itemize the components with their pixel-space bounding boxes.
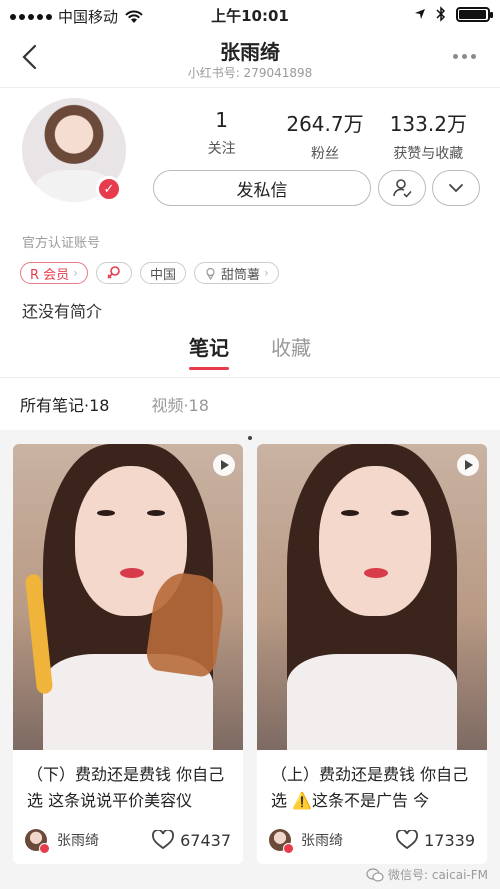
- note-footer: 张雨绮 17339: [269, 828, 475, 854]
- note-title[interactable]: （下）费劲还是费钱 你自己选 这条说说平价美容仪: [27, 762, 233, 814]
- profile-id: 小红书号: 279041898: [187, 66, 313, 80]
- gender-tag: [95, 262, 132, 284]
- heart-icon: [396, 830, 419, 850]
- nav-bar: 张雨绮 小红书号: 279041898: [0, 30, 500, 88]
- tag-label: 甜筒薯: [221, 267, 261, 283]
- bluetooth-icon: [436, 6, 446, 22]
- cone-icon: [206, 267, 215, 280]
- location-tag: 中国: [139, 262, 186, 284]
- like-button[interactable]: 17339: [396, 830, 475, 850]
- profile-intro: 还没有简介: [22, 302, 103, 321]
- chevron-down-icon: [449, 184, 463, 193]
- like-count: 17339: [424, 830, 475, 850]
- like-count: 67437: [180, 830, 231, 850]
- stat-following[interactable]: 1 关注: [170, 108, 273, 163]
- author-avatar[interactable]: [269, 829, 294, 854]
- battery-fill: [459, 9, 486, 19]
- note-footer: 张雨绮 67437: [25, 828, 231, 854]
- note-thumbnail[interactable]: [13, 444, 243, 750]
- more-icon[interactable]: [453, 54, 476, 59]
- chevron-right-icon: ›: [264, 266, 269, 280]
- play-icon: [213, 454, 235, 476]
- filter-videos[interactable]: 视频·18: [151, 392, 208, 416]
- status-bar: 中国移动 上午10:01: [0, 0, 500, 30]
- send-message-button[interactable]: 发私信: [153, 170, 371, 206]
- play-icon: [457, 454, 479, 476]
- stat-followers[interactable]: 264.7万 粉丝: [273, 108, 376, 163]
- note-card[interactable]: （下）费劲还是费钱 你自己选 这条说说平价美容仪 张雨绮 67437: [13, 444, 243, 864]
- follow-person-icon: [393, 179, 412, 198]
- author-name[interactable]: 张雨绮: [57, 830, 99, 850]
- tag-label: R 会员: [30, 267, 70, 283]
- stat-value: 133.2万: [389, 112, 467, 136]
- wechat-icon: [366, 867, 384, 882]
- profile-tags: R 会员 › 中国 甜筒薯 ›: [20, 262, 279, 284]
- vip-tag[interactable]: R 会员 ›: [20, 262, 88, 284]
- stat-label: 粉丝: [310, 146, 339, 162]
- expand-button[interactable]: [432, 170, 480, 206]
- heart-icon: [152, 830, 175, 850]
- note-card[interactable]: （上）费劲还是费钱 你自己选 ⚠️这条不是广告 今 张雨绮 17339: [257, 444, 487, 864]
- battery-icon: [456, 6, 493, 22]
- profile-name-title: 张雨绮: [220, 40, 280, 64]
- stat-label: 获赞与收藏: [393, 146, 464, 162]
- like-button[interactable]: 67437: [152, 830, 231, 850]
- scroll-indicator: [248, 436, 252, 440]
- profile-tabs: 笔记 收藏: [0, 334, 500, 378]
- tag-label: 中国: [149, 267, 176, 283]
- tab-collections[interactable]: 收藏: [271, 334, 311, 378]
- note-thumbnail[interactable]: [257, 444, 487, 750]
- stat-likes-collects[interactable]: 133.2万 获赞与收藏: [377, 108, 480, 163]
- watermark: 微信号: caicai-FM: [366, 866, 488, 883]
- notes-feed: （下）费劲还是费钱 你自己选 这条说说平价美容仪 张雨绮 67437 （上）费劲…: [0, 430, 500, 889]
- verified-icon: ✓: [96, 176, 122, 202]
- location-icon: [415, 9, 425, 19]
- author-avatar[interactable]: [25, 829, 50, 854]
- watermark-text: 微信号: caicai-FM: [387, 868, 488, 882]
- tab-notes[interactable]: 笔记: [189, 334, 229, 378]
- chevron-right-icon: ›: [73, 266, 78, 280]
- stat-value: 1: [215, 108, 229, 132]
- level-tag[interactable]: 甜筒薯 ›: [194, 262, 279, 284]
- stat-label: 关注: [207, 141, 236, 157]
- official-account-label: 官方认证账号: [22, 236, 101, 251]
- female-icon: [107, 266, 120, 279]
- note-filters: 所有笔记·18 视频·18: [20, 392, 209, 416]
- follow-button[interactable]: [378, 170, 426, 206]
- profile-stats: 1 关注 264.7万 粉丝 133.2万 获赞与收藏: [170, 108, 480, 163]
- note-title[interactable]: （上）费劲还是费钱 你自己选 ⚠️这条不是广告 今: [271, 762, 477, 814]
- stat-value: 264.7万: [286, 112, 364, 136]
- filter-all-notes[interactable]: 所有笔记·18: [20, 392, 109, 416]
- status-right: [414, 6, 493, 22]
- author-name[interactable]: 张雨绮: [301, 830, 343, 850]
